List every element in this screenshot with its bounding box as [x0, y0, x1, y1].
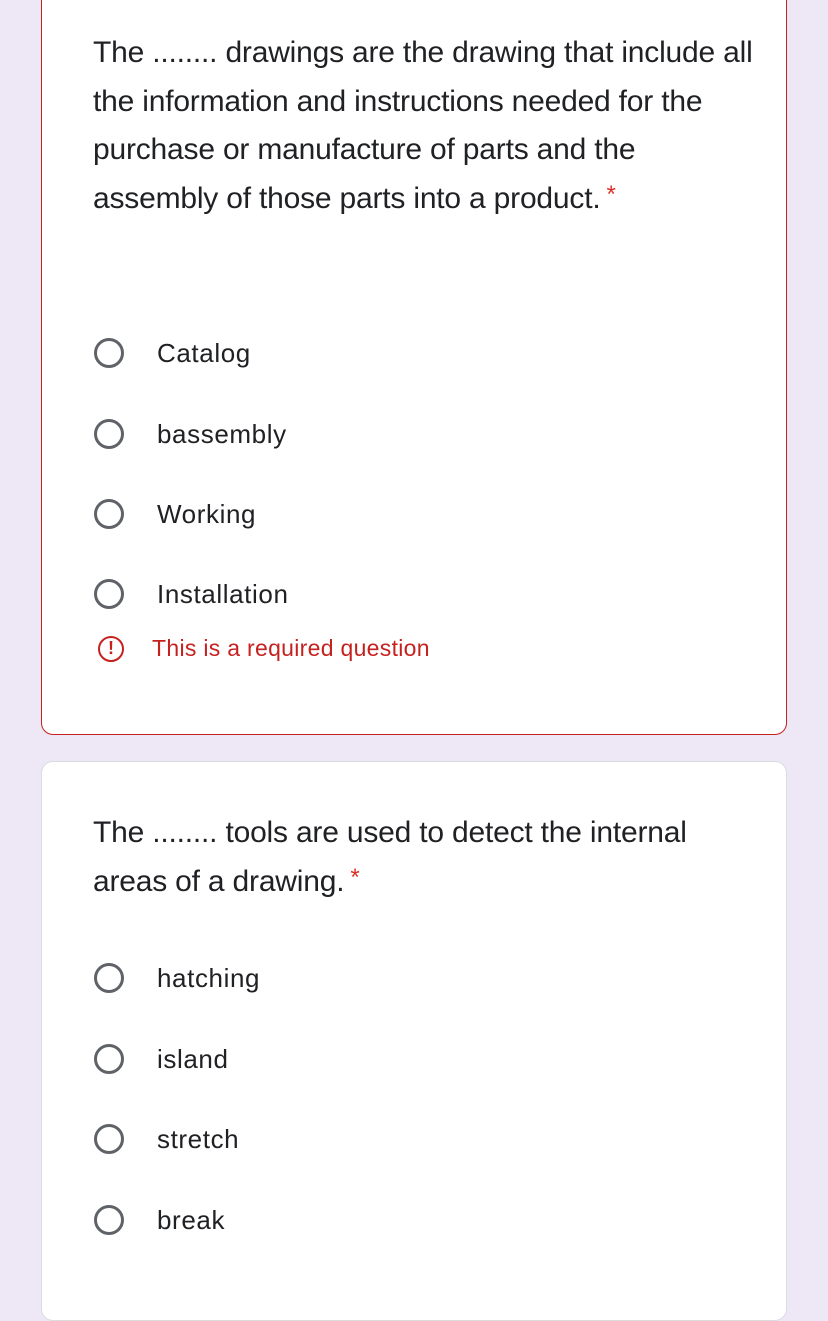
radio-button-icon[interactable] [94, 963, 124, 993]
radio-option-working[interactable]: Working [94, 494, 256, 534]
option-label: hatching [157, 962, 261, 993]
radio-button-icon[interactable] [94, 419, 124, 449]
question-1-title: The ........ drawings are the drawing th… [93, 29, 753, 223]
error-message: This is a required question [152, 635, 430, 661]
radio-button-icon[interactable] [94, 1044, 124, 1074]
question-card-2: The ........ tools are used to detect th… [41, 761, 787, 1321]
radio-button-icon[interactable] [94, 499, 124, 529]
question-2-title: The ........ tools are used to detect th… [93, 809, 753, 906]
radio-option-bassembly[interactable]: bassembly [94, 414, 287, 454]
required-asterisk: * [350, 863, 360, 891]
radio-button-icon[interactable] [94, 579, 124, 609]
radio-option-installation[interactable]: Installation [94, 574, 289, 614]
radio-button-icon[interactable] [94, 1124, 124, 1154]
radio-option-catalog[interactable]: Catalog [94, 333, 251, 373]
option-label: bassembly [157, 418, 287, 449]
question-card-1: The ........ drawings are the drawing th… [41, 0, 787, 735]
radio-option-hatching[interactable]: hatching [94, 958, 260, 998]
option-label: Working [157, 498, 257, 529]
radio-button-icon[interactable] [94, 338, 124, 368]
question-2-text: The ........ tools are used to detect th… [93, 816, 687, 898]
radio-option-island[interactable]: island [94, 1039, 229, 1079]
radio-option-break[interactable]: break [94, 1200, 225, 1240]
option-label: Installation [157, 578, 289, 609]
option-label: Catalog [157, 337, 251, 368]
question-1-text: The ........ drawings are the drawing th… [93, 36, 753, 215]
radio-button-icon[interactable] [94, 1205, 124, 1235]
option-label: island [157, 1043, 229, 1074]
radio-option-stretch[interactable]: stretch [94, 1119, 239, 1159]
required-error: ! This is a required question [98, 635, 430, 662]
alert-circle-icon: ! [98, 635, 124, 662]
option-label: break [157, 1204, 226, 1235]
option-label: stretch [157, 1123, 240, 1154]
required-asterisk: * [606, 180, 616, 208]
